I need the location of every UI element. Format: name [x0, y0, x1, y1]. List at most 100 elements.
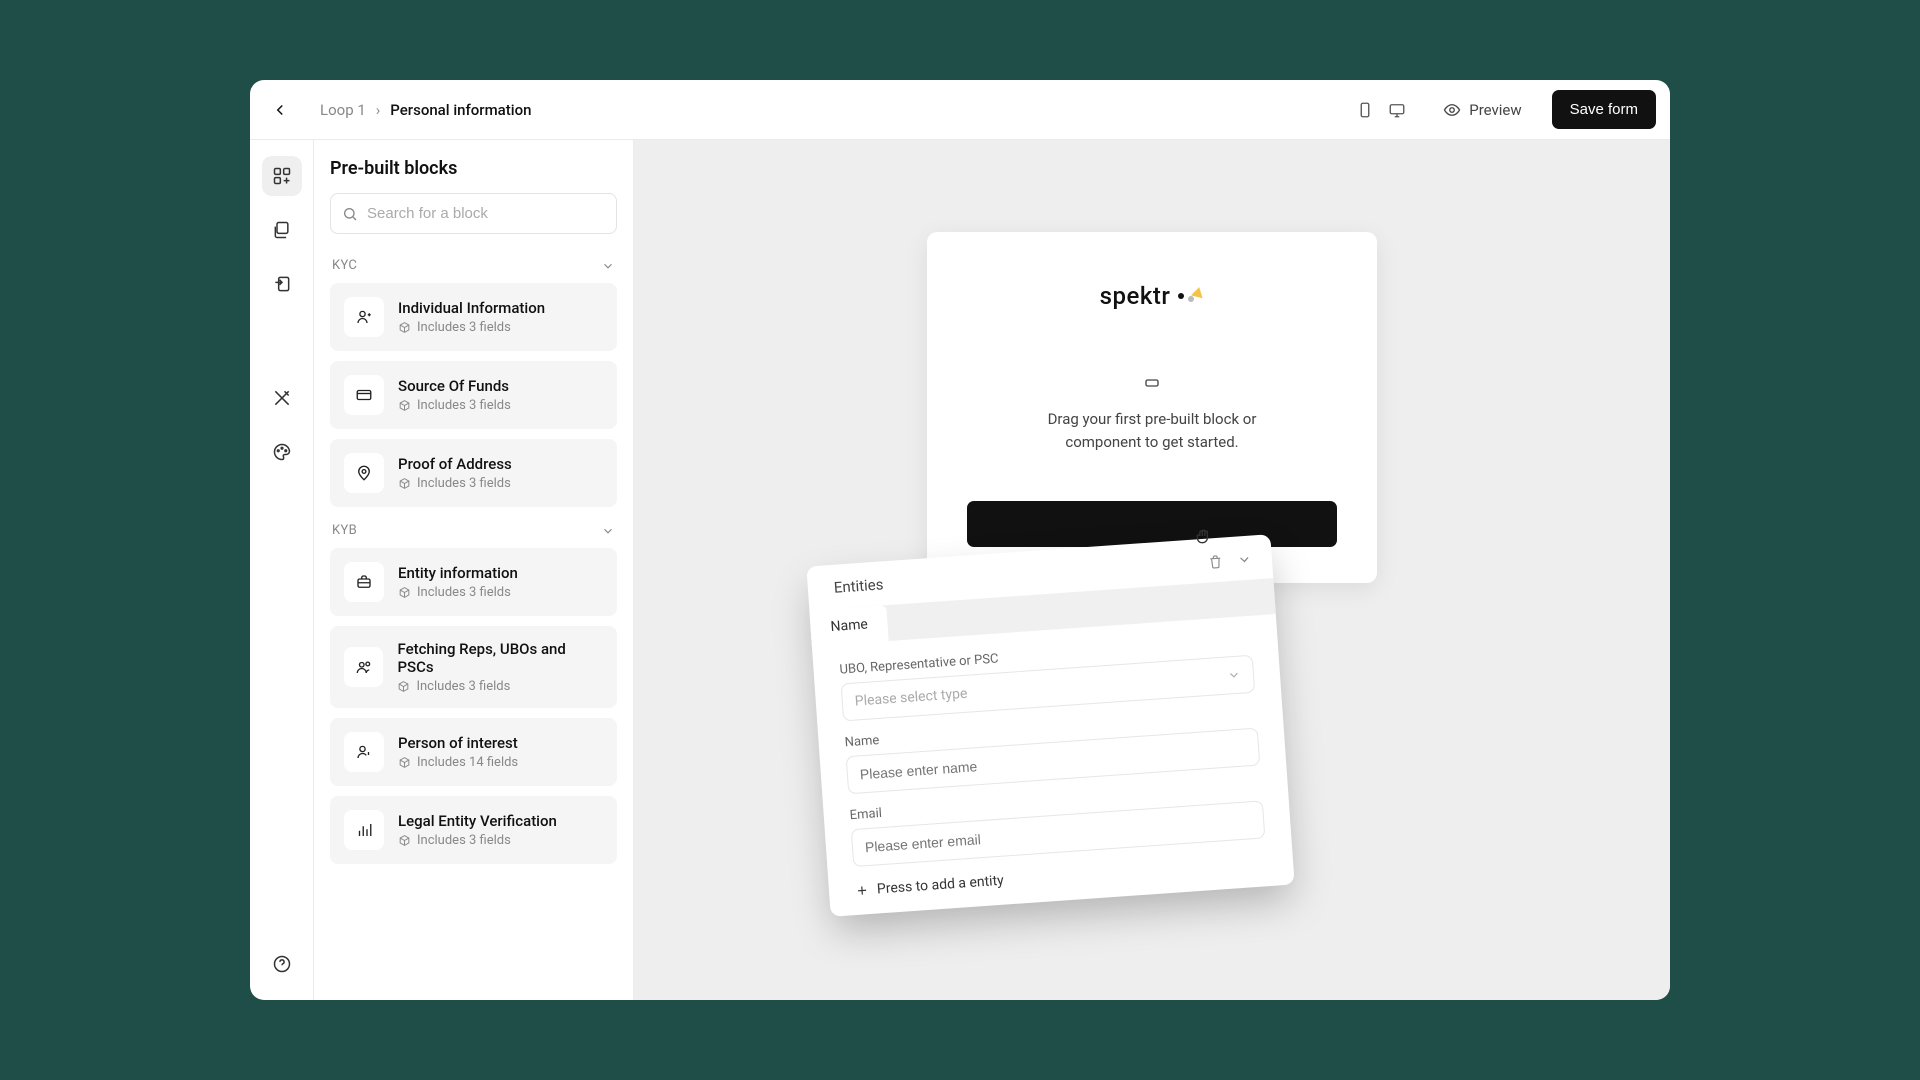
cube-icon [397, 680, 410, 693]
empty-line-2: component to get started. [1065, 433, 1238, 451]
breadcrumb: Loop 1 › Personal information [320, 101, 531, 119]
rail-help-button[interactable] [262, 944, 302, 984]
panel-title: Pre-built blocks [330, 158, 617, 179]
block-title: Entity information [398, 564, 518, 582]
primary-cta-button[interactable] [967, 501, 1337, 547]
block-icon-wrap [344, 732, 384, 772]
block-subtitle: Includes 3 fields [397, 679, 603, 694]
block-entity-information[interactable]: Entity information Includes 3 fields [330, 548, 617, 616]
header: Loop 1 › Personal information Preview Sa… [250, 80, 1670, 140]
block-individual-information[interactable]: Individual Information Includes 3 fields [330, 283, 617, 351]
card-icon [355, 386, 373, 404]
block-proof-of-address[interactable]: Proof of Address Includes 3 fields [330, 439, 617, 507]
form-preview-card: spektr Drag your first pre-built block o… [927, 232, 1377, 583]
breadcrumb-parent[interactable]: Loop 1 [320, 101, 366, 119]
breadcrumb-current: Personal information [390, 101, 531, 119]
block-subtitle: Includes 3 fields [398, 476, 512, 491]
desktop-device-button[interactable] [1385, 98, 1409, 122]
block-icon-wrap [344, 562, 384, 602]
cube-icon [398, 834, 411, 847]
layers-icon [272, 220, 292, 240]
tab-name[interactable]: Name [809, 605, 889, 646]
block-title: Source Of Funds [398, 377, 511, 395]
chevron-down-icon [601, 259, 615, 273]
rail-layers-button[interactable] [262, 210, 302, 250]
desktop-icon [1388, 101, 1406, 119]
briefcase-icon [355, 573, 373, 591]
palette-icon [272, 442, 292, 462]
block-subtitle: Includes 3 fields [398, 320, 545, 335]
app-frame: Loop 1 › Personal information Preview Sa… [250, 80, 1670, 1000]
block-title: Person of interest [398, 734, 518, 752]
blocks-panel: Pre-built blocks KYC Individual Informat… [314, 140, 634, 1000]
block-icon-wrap [344, 810, 384, 850]
block-icon-wrap [344, 453, 384, 493]
chevron-down-icon[interactable] [1236, 551, 1252, 567]
person-icon [355, 308, 373, 326]
eye-icon [1443, 101, 1461, 119]
block-search-input[interactable] [330, 193, 617, 234]
brand-logo: spektr [967, 282, 1337, 310]
breadcrumb-sep: › [376, 101, 381, 119]
rail-blocks-button[interactable] [262, 156, 302, 196]
add-entity-label: Press to add a entity [876, 873, 1004, 898]
mobile-device-button[interactable] [1353, 98, 1377, 122]
search-icon [342, 206, 358, 222]
chevron-down-icon [601, 524, 615, 538]
preview-label: Preview [1469, 101, 1521, 119]
brand-mark-icon [1178, 287, 1204, 305]
trash-icon[interactable] [1207, 553, 1223, 569]
entities-title: Entities [833, 575, 884, 596]
block-subtitle: Includes 3 fields [398, 585, 518, 600]
rail-theme-button[interactable] [262, 432, 302, 472]
plus-icon [855, 883, 870, 898]
rail-import-button[interactable] [262, 264, 302, 304]
cube-icon [398, 321, 411, 334]
person-alert-icon [355, 743, 373, 761]
block-source-of-funds[interactable]: Source Of Funds Includes 3 fields [330, 361, 617, 429]
block-title: Proof of Address [398, 455, 512, 473]
help-icon [272, 954, 292, 974]
section-kyb-label: KYB [332, 523, 357, 538]
section-kyb-header[interactable]: KYB [332, 523, 615, 538]
arrow-left-icon [271, 101, 289, 119]
back-button[interactable] [264, 94, 296, 126]
block-fetching-reps[interactable]: Fetching Reps, UBOs and PSCs Includes 3 … [330, 626, 617, 708]
chart-icon [355, 821, 373, 839]
block-title: Individual Information [398, 299, 545, 317]
block-title: Legal Entity Verification [398, 812, 557, 830]
block-person-of-interest[interactable]: Person of interest Includes 14 fields [330, 718, 617, 786]
section-kyc-label: KYC [332, 258, 357, 273]
location-icon [355, 464, 373, 482]
block-icon-wrap [344, 375, 384, 415]
save-form-button[interactable]: Save form [1552, 90, 1656, 129]
import-icon [272, 274, 292, 294]
block-subtitle: Includes 3 fields [398, 833, 557, 848]
dragged-entities-card[interactable]: Entities Name UBO, Representative or PSC… [806, 534, 1294, 917]
form-field-icon [1141, 374, 1163, 392]
block-legal-entity-verification[interactable]: Legal Entity Verification Includes 3 fie… [330, 796, 617, 864]
rail-design-button[interactable] [262, 378, 302, 418]
section-kyc-header[interactable]: KYC [332, 258, 615, 273]
empty-state-message: Drag your first pre-built block or compo… [967, 374, 1337, 453]
device-toggle [1353, 98, 1409, 122]
chevron-down-icon [1226, 668, 1241, 683]
people-icon [355, 658, 373, 676]
preview-button[interactable]: Preview [1433, 93, 1531, 127]
cube-icon [398, 586, 411, 599]
block-title: Fetching Reps, UBOs and PSCs [397, 640, 603, 676]
design-icon [272, 388, 292, 408]
block-subtitle: Includes 3 fields [398, 398, 511, 413]
cube-icon [398, 756, 411, 769]
blocks-icon [272, 166, 292, 186]
grab-cursor-icon [1193, 527, 1213, 547]
block-subtitle: Includes 14 fields [398, 755, 518, 770]
brand-name: spektr [1100, 282, 1171, 310]
block-icon-wrap [344, 647, 383, 687]
search-wrap [330, 193, 617, 234]
type-select-placeholder: Please select type [854, 686, 968, 710]
form-canvas[interactable]: spektr Drag your first pre-built block o… [634, 140, 1670, 1000]
block-icon-wrap [344, 297, 384, 337]
cube-icon [398, 477, 411, 490]
cube-icon [398, 399, 411, 412]
